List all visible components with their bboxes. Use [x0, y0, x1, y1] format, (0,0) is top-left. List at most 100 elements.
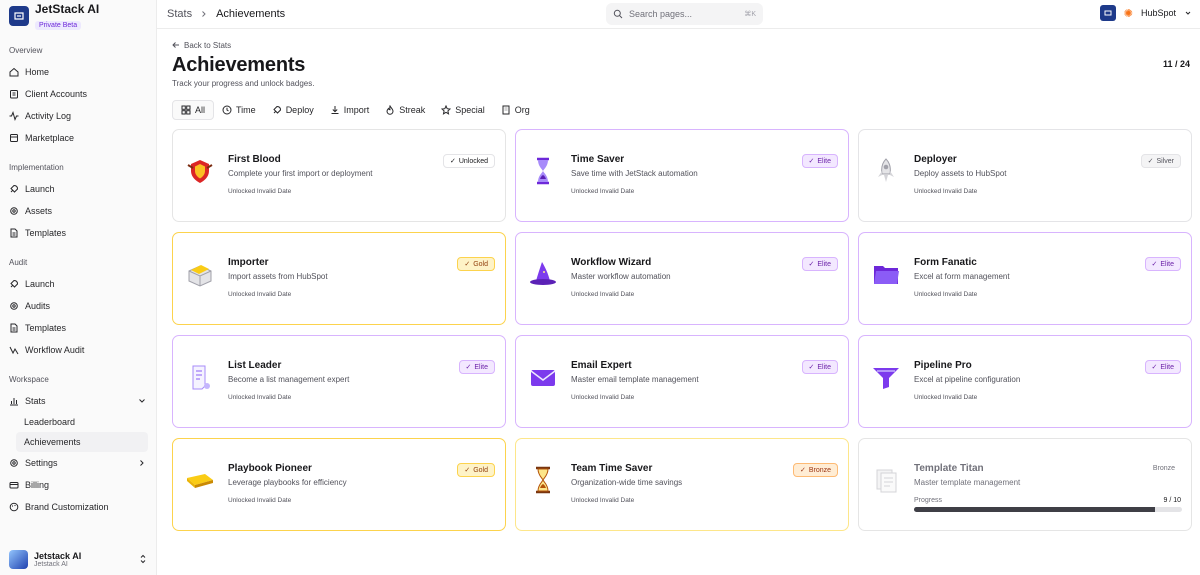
achievement-desc: Import assets from HubSpot	[228, 272, 328, 281]
activity-icon	[9, 111, 19, 121]
badge-label: Gold	[473, 466, 488, 474]
badge-label: Elite	[817, 157, 831, 165]
sidebar-item-home[interactable]: Home	[0, 61, 156, 83]
achievement-desc: Organization-wide time savings	[571, 478, 683, 487]
portal-switcher[interactable]: ✺ HubSpot	[1099, 5, 1192, 21]
sidebar-item-leaderboard[interactable]: Leaderboard	[0, 412, 156, 432]
brand[interactable]: JetStack AI Private Beta	[0, 0, 156, 32]
sidebar-item-label: Templates	[25, 323, 67, 333]
badge-label: Elite	[474, 363, 488, 371]
sidebar-item-workflow-audit[interactable]: Workflow Audit	[0, 339, 156, 361]
achievement-card-list-leader[interactable]: List Leader Become a list management exp…	[172, 335, 506, 428]
status-badge: ✓ Unlocked	[442, 154, 495, 168]
sidebar-item-audit-launch[interactable]: Launch	[0, 273, 156, 295]
sidebar-item-brand-customization[interactable]: Brand Customization	[0, 496, 156, 518]
brand-logo-icon	[9, 6, 29, 26]
workflow-icon	[9, 346, 19, 355]
sidebar-item-impl-launch[interactable]: Launch	[0, 178, 156, 200]
user-org: Jetstack AI	[34, 560, 68, 568]
achievement-title: Playbook Pioneer	[228, 463, 312, 474]
sidebar-item-stats[interactable]: Stats	[0, 390, 156, 412]
chevron-updown-icon	[140, 554, 146, 564]
tier-badge: ✓ Elite	[1144, 257, 1181, 271]
check-icon: ✓	[799, 467, 806, 474]
topbar: Stats Achievements Search pages... ⌘K ✺ …	[157, 0, 1200, 29]
tab-deploy[interactable]: Deploy	[264, 100, 322, 120]
achievement-date: Unlocked Invalid Date	[571, 497, 635, 504]
sidebar-item-label: Home	[25, 67, 50, 77]
breadcrumb-parent[interactable]: Stats	[167, 8, 192, 20]
tab-org[interactable]: Org	[493, 100, 538, 120]
sidebar-item-billing[interactable]: Billing	[0, 474, 156, 496]
sidebar-item-client-accounts[interactable]: Client Accounts	[0, 83, 156, 105]
tier-badge: ✓ Gold	[457, 463, 495, 477]
achievement-card-importer[interactable]: Importer Import assets from HubSpot Unlo…	[172, 232, 506, 325]
achievement-date: Unlocked Invalid Date	[571, 394, 635, 401]
tab-label: All	[195, 105, 206, 115]
star-icon	[441, 105, 452, 115]
achievement-date: Unlocked Invalid Date	[914, 394, 978, 401]
search-input[interactable]: Search pages... ⌘K	[606, 3, 763, 25]
sidebar-item-audits[interactable]: Audits	[0, 295, 156, 317]
achievement-date: Unlocked Invalid Date	[228, 394, 292, 401]
achievement-card-time-saver[interactable]: Time Saver Save time with JetStack autom…	[515, 129, 849, 222]
sidebar-item-marketplace[interactable]: Marketplace	[0, 127, 156, 149]
sidebar-item-activity-log[interactable]: Activity Log	[0, 105, 156, 127]
tab-all[interactable]: All	[172, 100, 215, 120]
check-icon: ✓	[1151, 364, 1158, 371]
scroll-icon	[192, 365, 210, 390]
badge-label: Bronze	[808, 466, 831, 474]
page-subtitle: Track your progress and unlock badges.	[172, 79, 315, 88]
tab-streak[interactable]: Streak	[377, 100, 433, 120]
sidebar-item-label: Stats	[25, 396, 46, 406]
sidebar-item-audit-templates[interactable]: Templates	[0, 317, 156, 339]
sidebar-item-label: Templates	[25, 228, 67, 238]
achievement-title: Time Saver	[571, 154, 625, 165]
achievement-card-first-blood[interactable]: First Blood Complete your first import o…	[172, 129, 506, 222]
achievement-desc: Master email template management	[571, 375, 699, 384]
sidebar-item-impl-templates[interactable]: Templates	[0, 222, 156, 244]
achievement-title: Template Titan	[914, 463, 984, 474]
achievement-card-email-expert[interactable]: Email Expert Master email template manag…	[515, 335, 849, 428]
achievement-card-template-titan[interactable]: Template Titan Master template managemen…	[858, 438, 1192, 531]
tab-special[interactable]: Special	[433, 100, 493, 120]
sidebar-item-achievements[interactable]: Achievements	[16, 432, 148, 452]
tier-badge: Bronze	[1147, 463, 1181, 474]
sidebar-item-label: Audits	[25, 301, 51, 311]
achievement-title: Email Expert	[571, 360, 632, 371]
rocket-icon	[878, 158, 894, 182]
search-icon	[613, 9, 623, 19]
grid-icon	[181, 105, 191, 115]
back-link[interactable]: Back to Stats	[172, 39, 1192, 51]
achievement-date: Unlocked Invalid Date	[228, 497, 292, 504]
app-root: JetStack AI Private Beta Overview Home C…	[0, 0, 1200, 575]
sidebar-item-impl-assets[interactable]: Assets	[0, 200, 156, 222]
templates-icon	[876, 469, 897, 493]
tab-time[interactable]: Time	[214, 100, 264, 120]
user-menu[interactable]: Jetstack AI Jetstack AI	[0, 547, 156, 571]
gear-icon	[10, 459, 18, 467]
breadcrumb: Stats Achievements	[167, 8, 285, 20]
achievement-card-pipeline-pro[interactable]: Pipeline Pro Excel at pipeline configura…	[858, 335, 1192, 428]
achievement-card-team-time-saver[interactable]: Team Time Saver Organization-wide time s…	[515, 438, 849, 531]
page-title: Achievements	[172, 54, 306, 76]
achievement-desc: Save time with JetStack automation	[571, 169, 698, 178]
tab-import[interactable]: Import	[322, 100, 378, 120]
check-icon: ✓	[808, 158, 815, 165]
tier-badge: ✓ Silver	[1140, 154, 1181, 168]
chevron-down-icon	[1185, 11, 1191, 15]
achievement-title: Form Fanatic	[914, 257, 977, 268]
tier-badge: ✓ Elite	[801, 257, 838, 271]
avatar	[9, 549, 28, 569]
tier-badge: ✓ Elite	[458, 360, 495, 374]
achievement-date: Unlocked Invalid Date	[228, 291, 292, 298]
check-icon: ✓	[465, 364, 472, 371]
dragon-shield-icon	[187, 160, 213, 183]
achievement-card-deployer[interactable]: Deployer Deploy assets to HubSpot Unlock…	[858, 129, 1192, 222]
envelope-icon	[530, 370, 556, 386]
achievement-card-form-fanatic[interactable]: Form Fanatic Excel at form management Un…	[858, 232, 1192, 325]
achievement-card-workflow-wizard[interactable]: Workflow Wizard Master workflow automati…	[515, 232, 849, 325]
progress-label: Progress	[914, 497, 943, 504]
sidebar-item-settings[interactable]: Settings	[0, 452, 156, 474]
achievement-card-playbook-pioneer[interactable]: Playbook Pioneer Leverage playbooks for …	[172, 438, 506, 531]
